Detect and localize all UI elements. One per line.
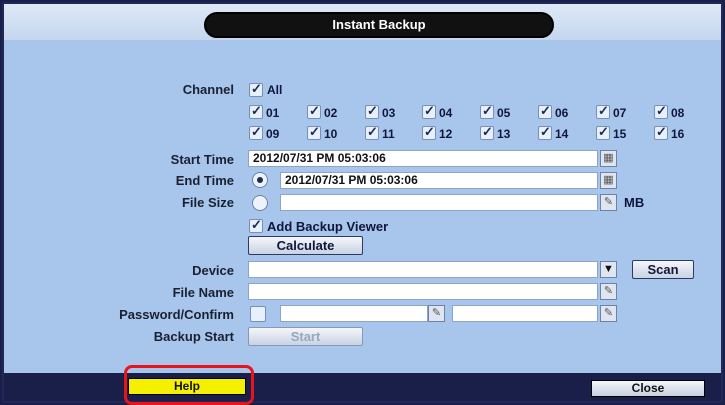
channel-10-checkbox[interactable] — [307, 124, 321, 140]
channel-15-checkbox[interactable] — [596, 124, 610, 140]
password-confirm-label: Password/Confirm — [119, 307, 234, 322]
channel-07-label: 07 — [613, 106, 627, 120]
channel-all-checkbox[interactable] — [249, 81, 263, 97]
channel-04-label: 04 — [439, 106, 453, 120]
channel-06-checkbox[interactable] — [538, 103, 552, 119]
channel-08-label: 08 — [671, 106, 685, 120]
channel-13-checkbox[interactable] — [480, 124, 494, 140]
close-button[interactable]: Close — [591, 380, 705, 397]
channel-11-label: 11 — [382, 127, 395, 141]
pencil-icon[interactable]: ✎ — [600, 283, 617, 300]
channel-05-label: 05 — [497, 106, 511, 120]
scan-button[interactable]: Scan — [632, 260, 694, 279]
help-highlight-annotation — [124, 365, 254, 405]
end-time-field[interactable]: 2012/07/31 PM 05:03:06 — [280, 172, 598, 189]
title-bar: Instant Backup — [4, 4, 721, 40]
channel-01-label: 01 — [266, 106, 280, 120]
end-time-radio[interactable] — [252, 172, 268, 188]
start-button[interactable]: Start — [248, 327, 363, 346]
channel-12-label: 12 — [439, 127, 453, 141]
channel-08-checkbox[interactable] — [654, 103, 668, 119]
add-backup-viewer-checkbox[interactable] — [249, 217, 263, 233]
channel-14-label: 14 — [555, 127, 569, 141]
channel-01-checkbox[interactable] — [249, 103, 263, 119]
add-backup-viewer-label: Add Backup Viewer — [267, 219, 389, 234]
channel-12-checkbox[interactable] — [422, 124, 436, 140]
channel-16-label: 16 — [671, 127, 685, 141]
pencil-icon[interactable]: ✎ — [428, 305, 445, 322]
dropdown-arrow-icon[interactable]: ▼ — [600, 261, 617, 278]
dialog-title: Instant Backup — [204, 12, 554, 38]
channel-16-checkbox[interactable] — [654, 124, 668, 140]
file-size-field[interactable] — [280, 194, 598, 211]
instant-backup-dialog: Instant Backup Channel All 01 02 03 04 05 06 0… — [2, 2, 723, 403]
channel-02-checkbox[interactable] — [307, 103, 321, 119]
password-checkbox[interactable] — [250, 306, 266, 322]
start-time-field[interactable]: 2012/07/31 PM 05:03:06 — [248, 150, 598, 167]
channel-13-label: 13 — [497, 127, 511, 141]
channel-06-label: 06 — [555, 106, 569, 120]
pencil-icon[interactable]: ✎ — [600, 194, 617, 211]
channel-09-checkbox[interactable] — [249, 124, 263, 140]
confirm-password-field[interactable] — [452, 305, 598, 322]
screen-frame: Instant Backup Channel All 01 02 03 04 05 06 0… — [0, 0, 725, 405]
channel-11-checkbox[interactable] — [365, 124, 379, 140]
file-size-unit: MB — [624, 195, 645, 210]
file-name-label: File Name — [172, 285, 234, 300]
calendar-icon[interactable]: ▦ — [600, 172, 617, 189]
channel-09-label: 09 — [266, 127, 280, 141]
calendar-icon[interactable]: ▦ — [600, 150, 617, 167]
channel-03-label: 03 — [382, 106, 396, 120]
channel-02-label: 02 — [324, 106, 338, 120]
backup-start-label: Backup Start — [153, 329, 234, 344]
device-select[interactable] — [248, 261, 598, 278]
end-time-label: End Time — [175, 173, 234, 188]
channel-all-label: All — [267, 83, 283, 97]
channel-05-checkbox[interactable] — [480, 103, 494, 119]
start-time-label: Start Time — [170, 152, 234, 167]
channel-03-checkbox[interactable] — [365, 103, 379, 119]
pencil-icon[interactable]: ✎ — [600, 305, 617, 322]
channel-10-label: 10 — [324, 127, 338, 141]
file-size-radio[interactable] — [252, 195, 268, 211]
device-label: Device — [192, 263, 234, 278]
password-field[interactable] — [280, 305, 428, 322]
file-size-label: File Size — [181, 195, 234, 210]
channel-label: Channel — [182, 82, 234, 97]
channel-15-label: 15 — [613, 127, 627, 141]
channel-04-checkbox[interactable] — [422, 103, 436, 119]
file-name-field[interactable] — [248, 283, 598, 300]
channel-07-checkbox[interactable] — [596, 103, 610, 119]
calculate-button[interactable]: Calculate — [248, 236, 363, 255]
channel-14-checkbox[interactable] — [538, 124, 552, 140]
